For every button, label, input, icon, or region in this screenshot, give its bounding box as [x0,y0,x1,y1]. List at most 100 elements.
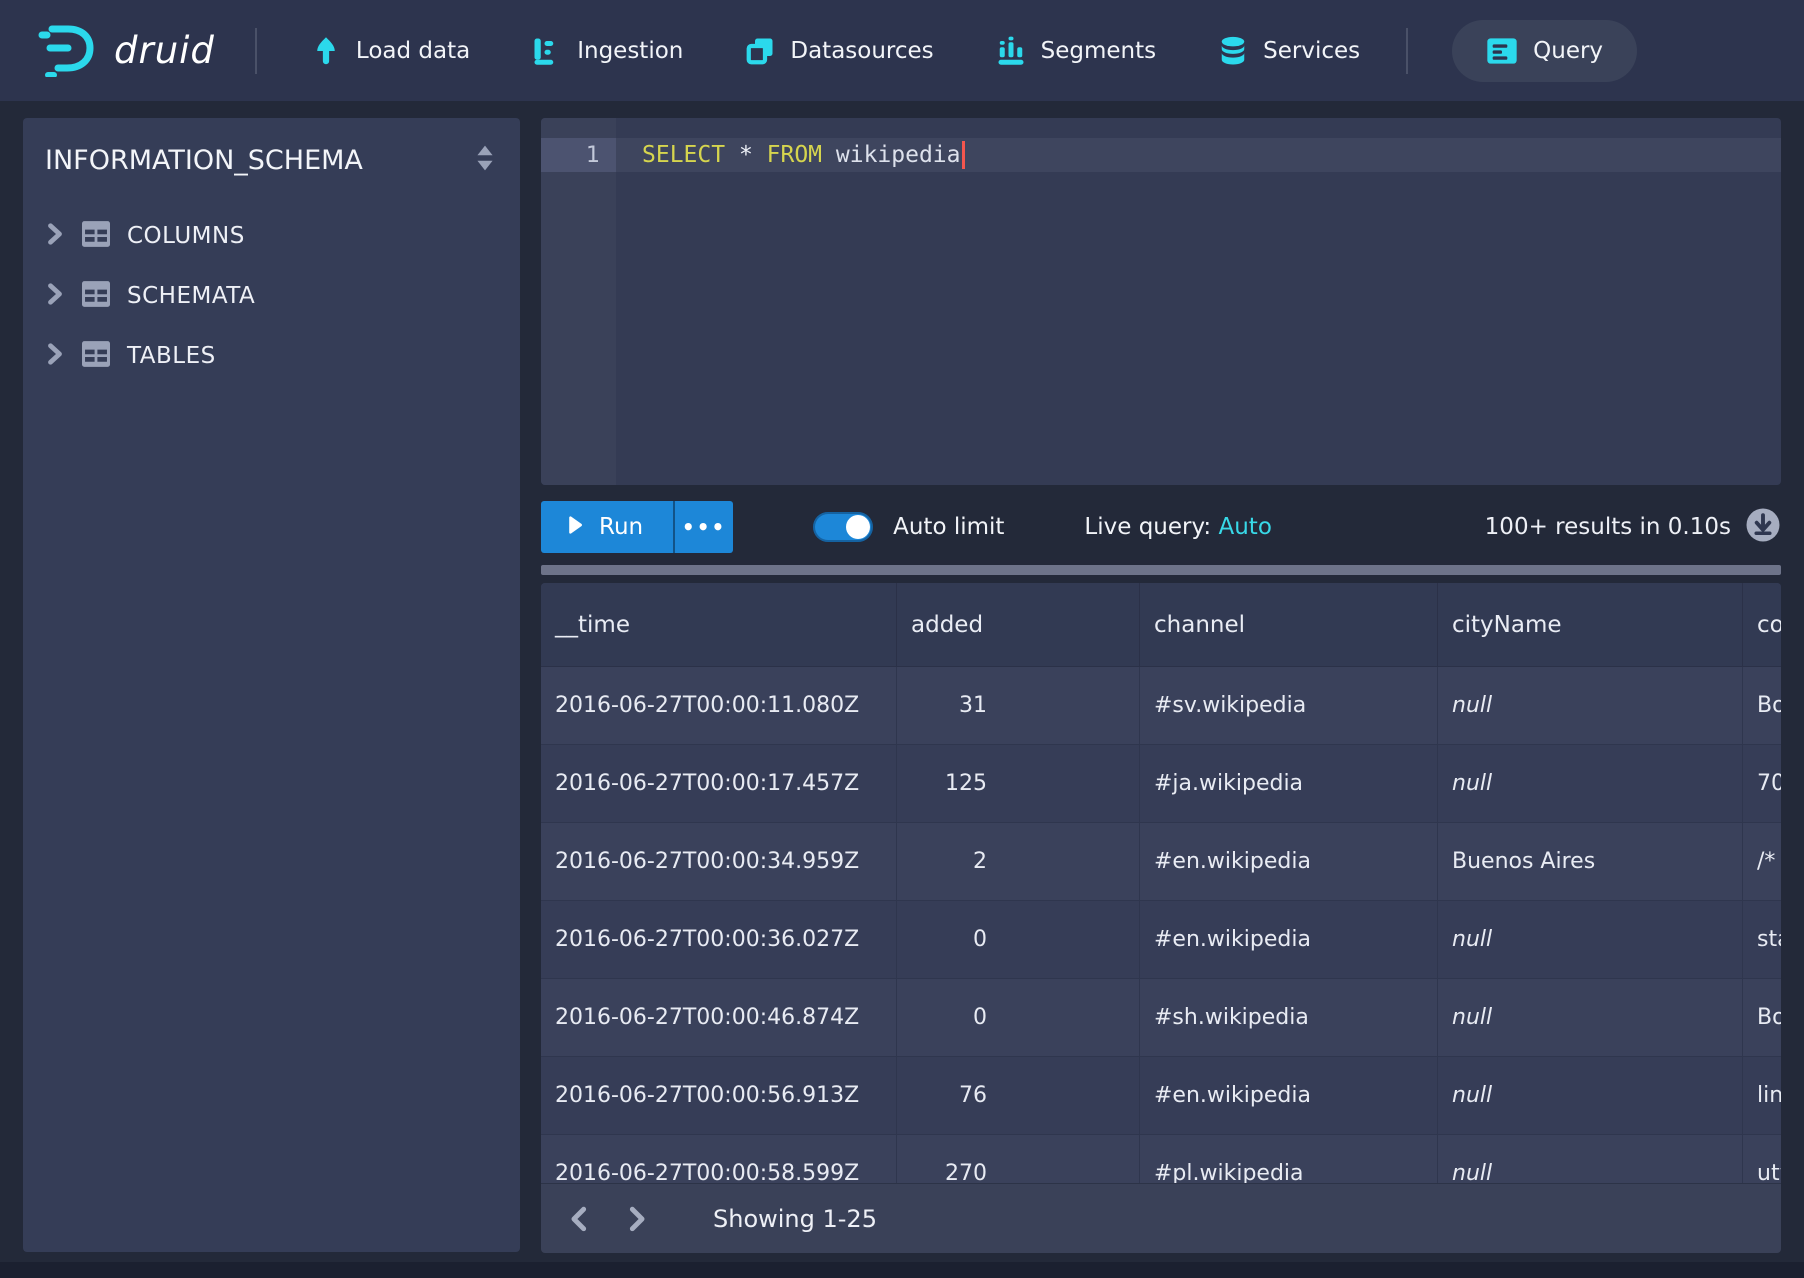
sidebar-item-label: TABLES [127,343,216,369]
table-row: 2016-06-27T00:00:17.457Z125#ja.wikipedia… [541,745,1781,823]
table-row: 2016-06-27T00:00:36.027Z0#en.wikipedianu… [541,901,1781,979]
chevron-right-icon[interactable] [45,342,65,370]
table-cell[interactable]: 0 [897,979,1140,1056]
run-button[interactable]: Run [541,501,673,553]
table-cell[interactable]: #sh.wikipedia [1140,979,1438,1056]
table-cell[interactable]: Bot [1743,667,1781,744]
table-icon [82,221,110,251]
live-query-label: Live query: [1084,514,1218,540]
table-row: 2016-06-27T00:00:11.080Z31#sv.wikipedian… [541,667,1781,745]
text-cursor [962,141,965,169]
download-icon [1745,507,1781,547]
sidebar-item-label: COLUMNS [127,223,245,249]
nav-item-query-active[interactable]: Query [1452,20,1637,82]
table-cell[interactable]: 70. [1743,745,1781,822]
editor-active-line[interactable]: 1 SELECT * FROM wikipedia [541,138,1781,172]
chevron-right-icon[interactable] [45,222,65,250]
column-header-time[interactable]: __time [541,583,897,666]
schema-title[interactable]: INFORMATION_SCHEMA [45,145,363,176]
table-cell[interactable]: /* S [1743,823,1781,900]
table-cell[interactable]: 2016-06-27T00:00:56.913Z [541,1057,897,1134]
live-query-value[interactable]: Auto [1218,514,1271,540]
table-cell[interactable]: null [1438,667,1743,744]
column-header-cityName[interactable]: cityName [1438,583,1743,666]
stacked-squares-icon [745,36,775,66]
table-cell[interactable]: Bot [1743,979,1781,1056]
table-cell[interactable]: null [1438,745,1743,822]
sidebar-item-tables[interactable]: TABLES [23,326,520,386]
next-page-button[interactable] [615,1196,661,1242]
druid-logo[interactable]: druid [38,21,215,81]
bottom-strip [0,1262,1804,1278]
nav-item-label: Segments [1041,38,1156,64]
table-cell[interactable]: #sv.wikipedia [1140,667,1438,744]
nav-item-label: Ingestion [577,38,683,64]
sql-keyword: FROM [767,142,822,168]
table-cell[interactable]: 0 [897,901,1140,978]
double-caret-vertical-icon[interactable] [474,144,496,176]
table-cell[interactable]: sta [1743,901,1781,978]
table-row: 2016-06-27T00:00:46.874Z0#sh.wikipedianu… [541,979,1781,1057]
showing-label: Showing 1-25 [713,1205,877,1233]
table-cell[interactable]: 2016-06-27T00:00:34.959Z [541,823,897,900]
live-query[interactable]: Live query: Auto [1084,514,1271,540]
schema-sidebar: INFORMATION_SCHEMA COLUMNS SCHEMATA TABLES [23,118,520,1252]
results-table: __timeaddedchannelcityNamecomment 2016-0… [541,583,1781,1252]
chevron-right-icon[interactable] [45,282,65,310]
table-cell[interactable]: #en.wikipedia [1140,901,1438,978]
nav-item-datasources[interactable]: Datasources [745,36,933,66]
download-results-button[interactable] [1745,507,1781,547]
table-cell[interactable]: 2016-06-27T00:00:11.080Z [541,667,897,744]
table-cell[interactable]: Buenos Aires [1438,823,1743,900]
table-header-row: __timeaddedchannelcityNamecomment [541,583,1781,667]
nav-divider [255,28,257,74]
nav-item-segments[interactable]: Segments [996,36,1156,66]
table-cell[interactable]: 2 [897,823,1140,900]
table-cell[interactable]: #en.wikipedia [1140,1057,1438,1134]
table-cell[interactable]: link [1743,1057,1781,1134]
nav-item-services[interactable]: Services [1218,36,1360,66]
column-header-channel[interactable]: channel [1140,583,1438,666]
sql-editor[interactable]: 1 SELECT * FROM wikipedia [541,118,1781,485]
nav-item-ingestion[interactable]: Ingestion [532,36,683,66]
nav-items: Load data Ingestion [311,36,1360,66]
editor-gutter [541,118,616,485]
nav-item-load-data[interactable]: Load data [311,36,470,66]
table-cell[interactable]: #ja.wikipedia [1140,745,1438,822]
column-header-added[interactable]: added [897,583,1140,666]
table-icon [82,341,110,371]
top-nav: druid Load data Ingestion [0,0,1804,101]
sql-code-line[interactable]: SELECT * FROM wikipedia [616,138,1781,172]
sql-star: * [725,142,767,168]
table-cell[interactable]: 76 [897,1057,1140,1134]
table-icon [82,281,110,311]
table-cell[interactable]: null [1438,979,1743,1056]
column-header-comment[interactable]: comment [1743,583,1781,666]
sidebar-header: INFORMATION_SCHEMA [23,118,520,176]
sql-table-name: wikipedia [822,142,960,168]
table-cell[interactable]: 2016-06-27T00:00:36.027Z [541,901,897,978]
sidebar-item-columns[interactable]: COLUMNS [23,206,520,266]
table-cell[interactable]: null [1438,1057,1743,1134]
druid-console: druid Load data Ingestion [0,0,1804,1278]
brand-name: druid [114,29,215,72]
prev-page-button[interactable] [555,1196,601,1242]
table-body: 2016-06-27T00:00:11.080Z31#sv.wikipedian… [541,667,1781,1213]
auto-limit-label: Auto limit [893,514,1004,540]
run-toolbar: Run ••• Auto limit Live query: Auto 100+… [541,501,1781,553]
table-row: 2016-06-27T00:00:34.959Z2#en.wikipediaBu… [541,823,1781,901]
sidebar-item-schemata[interactable]: SCHEMATA [23,266,520,326]
nav-item-label: Datasources [790,38,933,64]
table-cell[interactable]: 125 [897,745,1140,822]
run-more-button[interactable]: ••• [673,501,733,553]
toggle-knob [846,515,870,539]
auto-limit-toggle[interactable] [813,512,873,542]
horizontal-scrollbar[interactable] [541,565,1781,575]
line-number: 1 [541,138,616,172]
run-button-label: Run [599,514,643,540]
table-cell[interactable]: #en.wikipedia [1140,823,1438,900]
table-cell[interactable]: 2016-06-27T00:00:46.874Z [541,979,897,1056]
table-cell[interactable]: 31 [897,667,1140,744]
table-cell[interactable]: null [1438,901,1743,978]
table-cell[interactable]: 2016-06-27T00:00:17.457Z [541,745,897,822]
